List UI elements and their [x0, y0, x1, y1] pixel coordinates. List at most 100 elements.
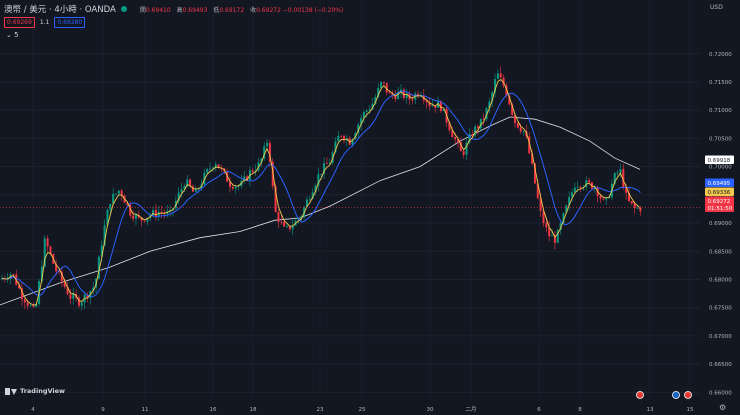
candle-body — [143, 220, 146, 222]
tradingview-logo[interactable]: TradingView — [5, 387, 65, 395]
time-tick-label: 23 — [317, 407, 324, 413]
candle-body — [411, 99, 414, 101]
candle-body — [579, 186, 582, 189]
symbol-header[interactable]: 澳幣 / 美元 · 4小時 · OANDA 開0.69410 高0.69493 … — [4, 3, 343, 15]
event-flag-icon — [636, 391, 644, 399]
buy-button[interactable]: 0.69280 — [54, 17, 86, 28]
time-tick-label: 18 — [250, 407, 257, 413]
price-tick-label: 0.70000 — [709, 165, 732, 171]
time-tick-label: 15 — [687, 407, 694, 413]
candle-body — [80, 302, 83, 306]
candle-body — [499, 73, 502, 78]
candle-body — [588, 180, 591, 183]
price-tick-label: 0.68000 — [709, 277, 732, 283]
open-value: 0.69410 — [145, 6, 171, 14]
candle-body — [46, 238, 49, 247]
close-value: 0.69272 −0.00138 (−0.20%) — [256, 6, 344, 14]
candle-body — [522, 131, 525, 132]
time-tick-label: 二月 — [465, 406, 476, 413]
price-tick-label: 0.67500 — [709, 306, 732, 312]
candle-body — [320, 173, 323, 175]
candle-body — [231, 186, 234, 189]
candle-body — [639, 207, 642, 212]
symbol-title[interactable]: 澳幣 / 美元 · 4小時 · OANDA — [4, 3, 116, 15]
price-tick-label: 0.71500 — [709, 80, 732, 86]
candle-body — [180, 189, 183, 193]
price-label-text: 0.69336 — [708, 190, 731, 196]
candle-body — [280, 221, 283, 223]
price-tick-label: 0.67000 — [709, 334, 732, 340]
price-tick-label: 0.69000 — [709, 221, 732, 227]
candle-body — [431, 105, 434, 107]
ohlc-values: 開0.69410 高0.69493 低0.69172 收0.69272 −0.0… — [136, 5, 344, 14]
candle-body — [26, 302, 29, 306]
indicators-count: 5 — [14, 31, 19, 39]
candle-body — [132, 215, 135, 219]
candle-body — [266, 142, 269, 147]
tradingview-logo-text: TradingView — [20, 387, 66, 395]
candle-body — [209, 168, 212, 170]
low-value: 0.69172 — [219, 6, 245, 14]
price-axis: 0.720000.715000.710000.705000.700000.695… — [705, 52, 734, 396]
candle-body — [251, 170, 254, 172]
time-tick-label: 8 — [578, 407, 582, 413]
candle-body — [72, 294, 75, 299]
candle-body — [471, 134, 474, 136]
candle-body — [636, 207, 639, 209]
candle-body — [308, 198, 311, 200]
candlesticks — [1, 66, 642, 311]
candle-body — [602, 198, 605, 200]
candle-body — [117, 190, 120, 194]
price-tick-label: 0.70500 — [709, 136, 732, 142]
candle-body — [32, 305, 35, 307]
time-tick-label: 30 — [427, 407, 434, 413]
candle-body — [454, 137, 457, 140]
trade-buttons: 0.69269 1.1 0.69280 — [4, 17, 86, 28]
candle-body — [109, 203, 112, 210]
candle-body — [388, 92, 391, 94]
currency-selector[interactable]: USD — [710, 4, 723, 11]
price-tick-label: 0.66000 — [709, 390, 732, 396]
price-chart[interactable]: 0.720000.715000.710000.705000.700000.695… — [0, 0, 740, 415]
candle-body — [115, 193, 117, 195]
candle-body — [576, 186, 579, 188]
spread-value: 1.1 — [39, 19, 50, 26]
candle-body — [234, 186, 237, 189]
time-tick-label: 13 — [647, 407, 654, 413]
price-tick-label: 0.66500 — [709, 362, 732, 368]
event-flag-icon — [672, 391, 680, 399]
candle-body — [277, 211, 280, 222]
candle-body — [194, 189, 197, 192]
time-tick-label: 16 — [210, 407, 217, 413]
candle-body — [551, 235, 554, 237]
price-label-text: 0.69495 — [708, 181, 731, 187]
chart-grid — [0, 0, 700, 400]
candle-body — [599, 196, 602, 199]
high-value: 0.69493 — [182, 6, 208, 14]
candle-body — [23, 299, 26, 303]
candle-body — [340, 135, 343, 137]
candle-body — [380, 82, 383, 89]
candle-body — [154, 210, 157, 217]
gear-icon[interactable]: ⚙ — [719, 403, 726, 412]
candle-body — [519, 127, 522, 132]
price-tick-label: 0.68500 — [709, 249, 732, 255]
candle-body — [571, 192, 573, 197]
indicators-toggle[interactable]: ⌄ 5 — [6, 31, 19, 39]
price-label-text: 0.69918 — [708, 158, 731, 164]
candle-body — [382, 82, 385, 83]
candle-body — [516, 122, 519, 128]
candle-body — [286, 226, 288, 227]
candle-body — [283, 221, 286, 227]
candle-body — [134, 214, 137, 219]
chevron-down-icon[interactable]: ⌄ — [6, 31, 12, 39]
tradingview-logo-icon — [5, 387, 17, 395]
candle-body — [619, 169, 622, 173]
candle-body — [69, 294, 72, 299]
time-tick-label: 4 — [31, 407, 35, 413]
candle-body — [630, 200, 633, 204]
time-tick-label: 6 — [537, 407, 541, 413]
candle-body — [573, 187, 576, 193]
candle-body — [605, 198, 608, 200]
sell-button[interactable]: 0.69269 — [4, 17, 35, 28]
